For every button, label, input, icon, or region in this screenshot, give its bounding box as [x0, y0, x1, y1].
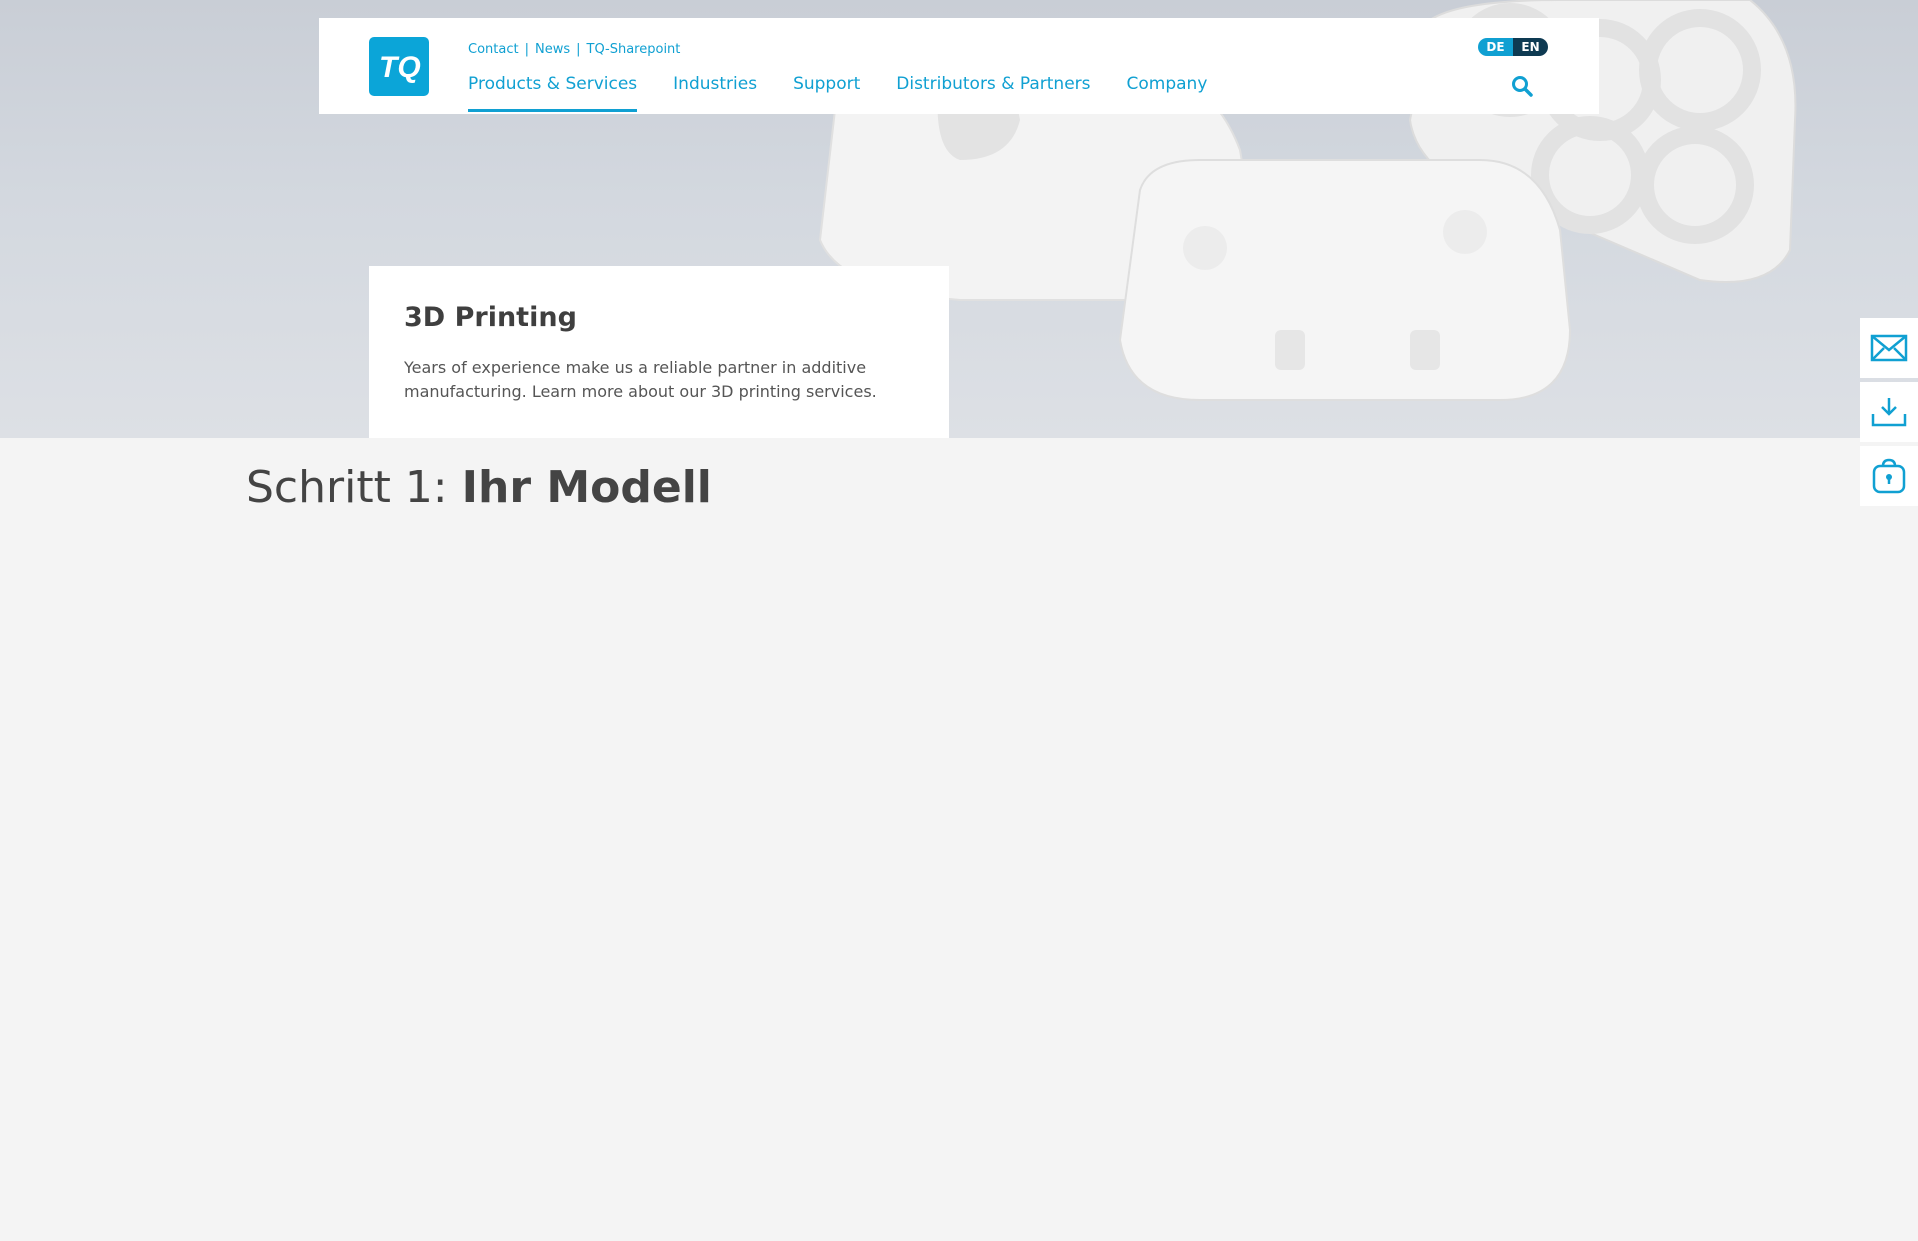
meta-nav: Contact | News | TQ-Sharepoint — [468, 42, 680, 57]
intro-title: 3D Printing — [404, 302, 577, 333]
nav-item-company[interactable]: Company — [1127, 74, 1208, 112]
lang-en-button[interactable]: EN — [1513, 38, 1548, 56]
download-icon — [1871, 398, 1907, 427]
nav-item-distributors-partners[interactable]: Distributors & Partners — [896, 74, 1090, 112]
site-header: TQ Contact | News | TQ-Sharepoint Produc… — [319, 18, 1599, 114]
step-title: Ihr Modell — [461, 462, 712, 513]
logo-text: TQ — [379, 51, 421, 84]
nav-item-industries[interactable]: Industries — [673, 74, 757, 112]
mail-icon — [1870, 334, 1908, 362]
intro-text: Years of experience make us a reliable p… — [404, 358, 877, 401]
meta-link-contact[interactable]: Contact — [468, 42, 519, 57]
meta-separator: | — [576, 42, 581, 57]
meta-separator: | — [524, 42, 529, 57]
main-nav: Products & Services Industries Support D… — [468, 74, 1207, 112]
meta-link-news[interactable]: News — [535, 42, 570, 57]
nav-item-products-services[interactable]: Products & Services — [468, 74, 638, 112]
nav-item-support[interactable]: Support — [793, 74, 860, 112]
step-heading: Schritt 1: Ihr Modell — [246, 462, 712, 513]
side-button-contact[interactable] — [1860, 318, 1918, 378]
bag-icon — [1872, 458, 1906, 494]
logo-icon: TQ — [379, 51, 421, 84]
meta-link-sharepoint[interactable]: TQ-Sharepoint — [587, 42, 681, 57]
step-prefix: Schritt 1: — [246, 462, 462, 513]
search-icon[interactable] — [1510, 74, 1534, 98]
tq-logo[interactable]: TQ — [369, 37, 429, 96]
intro-card: 3D Printing Years of experience make us … — [369, 266, 949, 438]
side-button-bag[interactable] — [1860, 446, 1918, 506]
language-switcher: DE EN — [1478, 38, 1548, 56]
side-button-download[interactable] — [1860, 382, 1918, 442]
lang-de-button[interactable]: DE — [1478, 38, 1513, 56]
